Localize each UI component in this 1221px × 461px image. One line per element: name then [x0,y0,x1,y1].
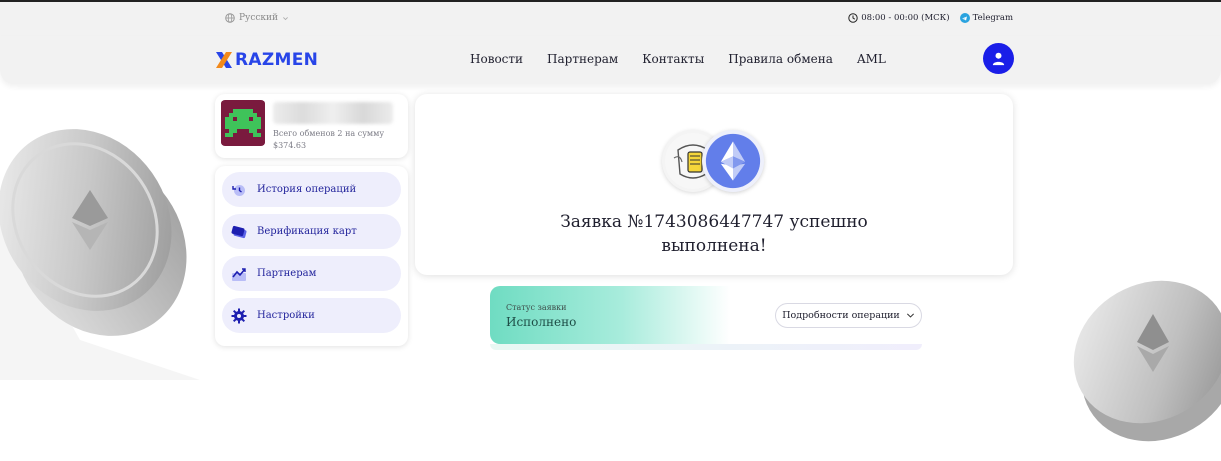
decorative-eth-coin-right [1073,280,1221,442]
sidebar-item-label: История операций [257,184,357,195]
main-nav: Новости Партнерам Контакты Правила обмен… [470,52,886,66]
order-title-line2: выполнена! [661,236,767,256]
account-button[interactable] [983,43,1014,74]
globe-icon [225,13,235,23]
language-selector[interactable]: Русский [225,13,289,23]
site-logo[interactable]: RAZMEN [214,50,318,70]
main-header: RAZMEN Новости Партнерам Контакты Правил… [0,36,1221,84]
nav-exchange-rules[interactable]: Правила обмена [728,52,833,66]
status-value: Исполнено [506,315,577,329]
nav-news[interactable]: Новости [470,52,523,66]
gear-icon [231,308,247,323]
nav-partners[interactable]: Партнерам [547,52,618,66]
logo-x-icon [216,52,232,68]
telegram-icon [959,13,970,23]
order-title-line1: Заявка №1743086447747 успешно [560,212,868,232]
user-icon [992,52,1005,66]
status-label: Статус заявки [506,303,567,312]
username-blurred [273,102,393,124]
decorative-eth-coin-left [0,129,200,380]
logo-text: RAZMEN [235,50,319,70]
order-status-block: Статус заявки Исполнено Подробности опер… [490,286,922,350]
status-underline [490,344,922,350]
nav-contacts[interactable]: Контакты [642,52,704,66]
card-icon [231,225,247,238]
top-info: 08:00 - 00:00 (МСК) Telegram [848,13,1013,23]
sidebar-item-partners[interactable]: Партнерам [222,256,401,291]
telegram-label: Telegram [972,13,1013,23]
telegram-link[interactable]: Telegram [959,13,1013,23]
language-label: Русский [239,13,279,23]
ethereum-icon [702,130,764,192]
chevron-down-icon [283,16,288,20]
operation-details-button[interactable]: Подробности операции [775,303,922,328]
sidebar-item-card-verification[interactable]: Верификация карт [222,214,401,249]
nav-aml[interactable]: AML [857,52,886,66]
sidebar-menu: История операций Верификация карт Партне… [215,166,408,346]
hours-text: 08:00 - 00:00 (МСК) [861,13,950,23]
exchange-summary: Всего обменов 2 на сумму $374.63 [273,129,385,150]
chevron-down-icon [906,313,914,318]
details-label: Подробности операции [782,310,900,321]
order-success-title: Заявка №1743086447747 успешно выполнена! [415,210,1013,258]
order-success-card: Заявка №1743086447747 успешно выполнена! [415,94,1013,275]
working-hours: 08:00 - 00:00 (МСК) [848,13,950,23]
top-bar: Русский 08:00 - 00:00 (МСК) Telegram [0,0,1221,36]
sidebar-item-label: Настройки [257,310,315,321]
avatar [221,100,265,146]
sidebar-item-label: Партнерам [257,268,317,279]
history-icon [232,184,245,196]
sidebar-item-history[interactable]: История операций [222,172,401,207]
sidebar-item-settings[interactable]: Настройки [222,298,401,333]
sidebar-item-label: Верификация карт [257,226,357,237]
profile-card: Всего обменов 2 на сумму $374.63 [215,94,408,158]
clock-icon [848,13,858,23]
partners-chart-icon [232,267,246,281]
